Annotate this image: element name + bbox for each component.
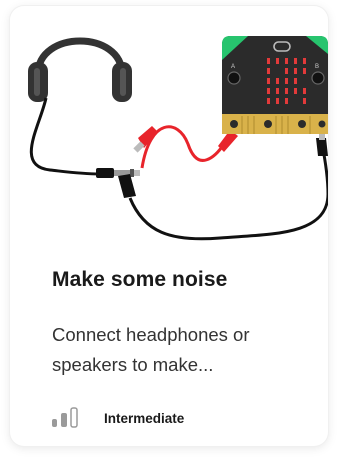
audio-jack-icon [96, 168, 140, 178]
microbit-board-icon: A B [222, 36, 328, 134]
difficulty-level: Intermediate [50, 406, 184, 430]
svg-text:B: B [315, 64, 319, 70]
project-description: Connect headphones or speakers to make..… [52, 324, 250, 375]
black-crocodile-clip-left [118, 174, 136, 198]
headphone-cable [29, 97, 101, 176]
headphones-icon [28, 37, 132, 102]
project-card[interactable]: A B Make some noise Connect headphones o… [10, 6, 328, 446]
black-cable [128, 143, 328, 241]
project-illustration: A B [28, 36, 328, 241]
svg-text:A: A [231, 64, 235, 70]
difficulty-bars-icon [52, 407, 78, 428]
difficulty-label: Intermediate [104, 410, 185, 426]
project-title[interactable]: Make some noise [52, 268, 227, 292]
